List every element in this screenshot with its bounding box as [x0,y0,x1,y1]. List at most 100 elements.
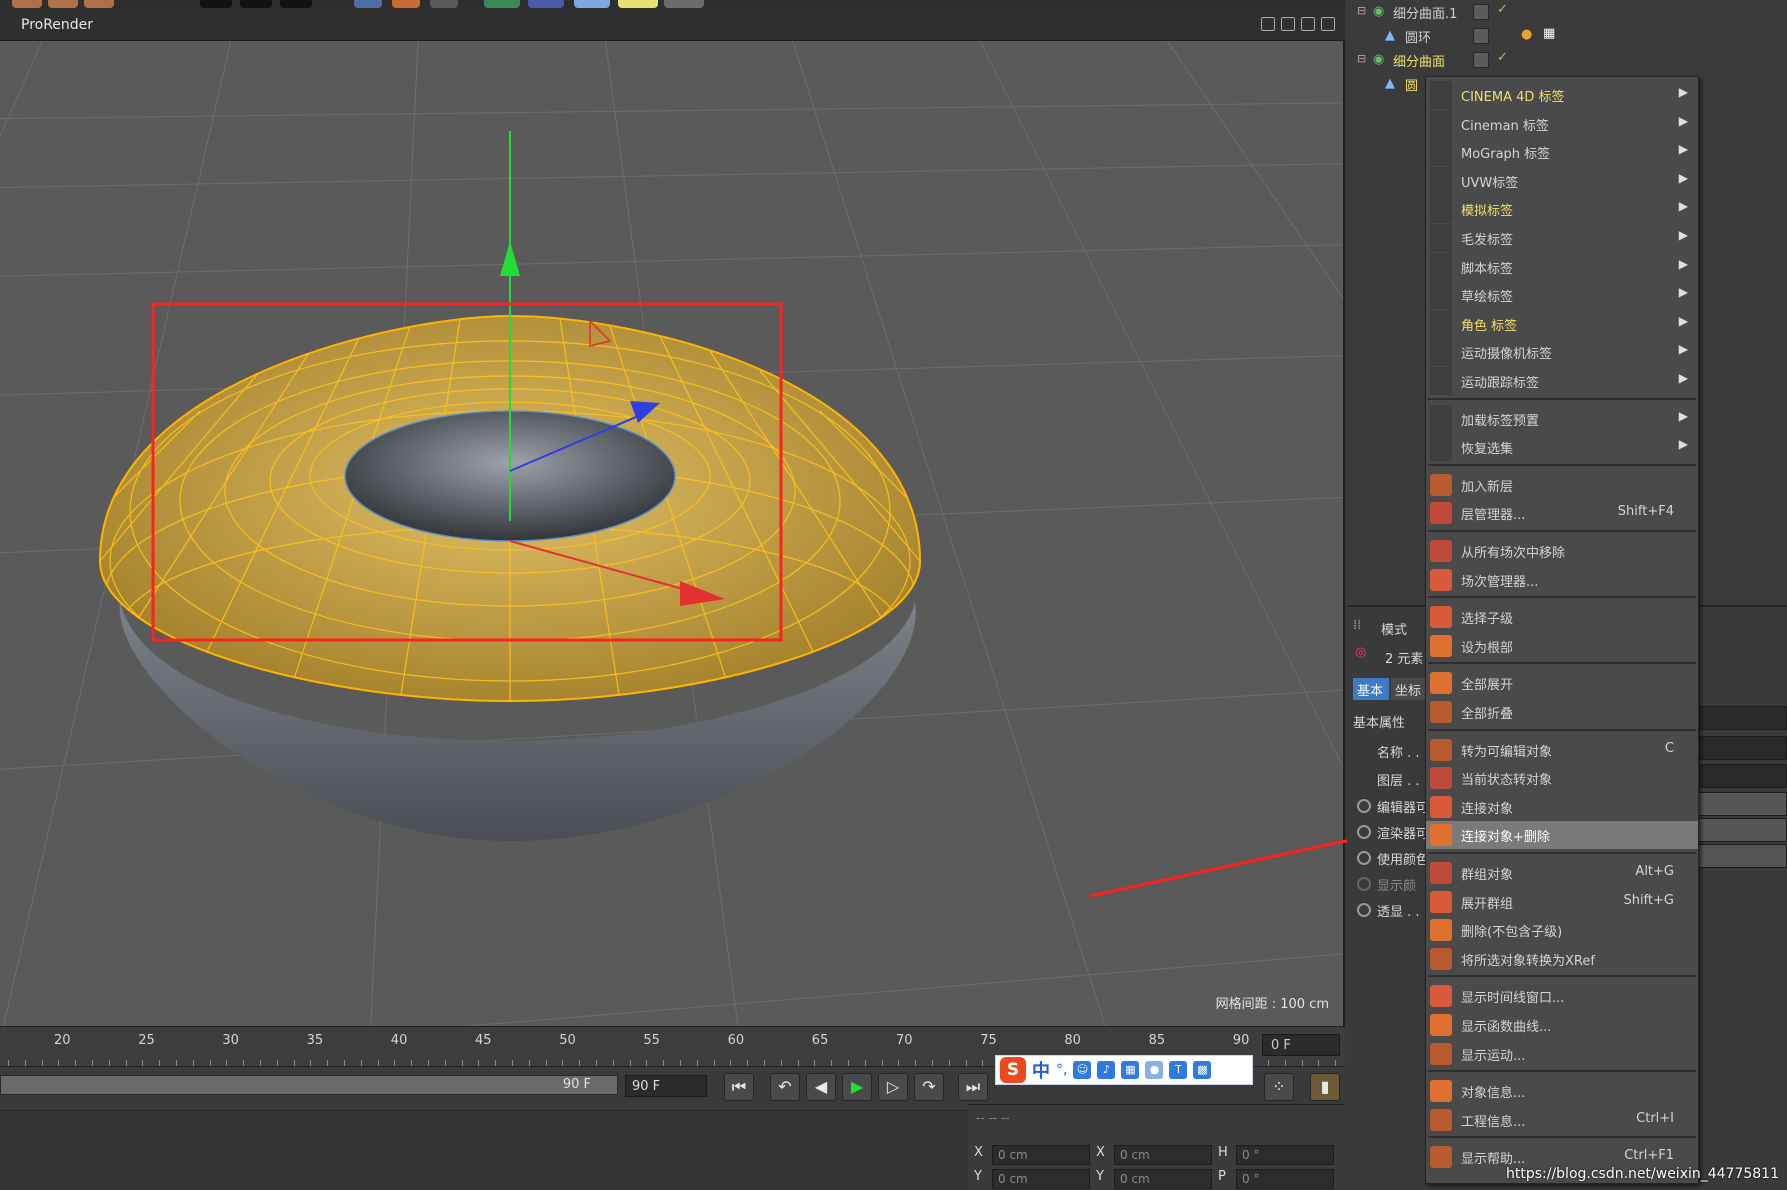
end-frame-field[interactable]: 90 F [625,1075,707,1097]
keyframe-dots-button[interactable]: ⁘ [1264,1073,1294,1101]
toolbar-button[interactable] [618,0,658,8]
menu-item[interactable]: 运动跟踪标签 ▶ [1426,367,1698,395]
rotate-view-icon[interactable] [1301,17,1315,31]
radio-button[interactable] [1357,799,1371,813]
menu-item[interactable]: 全部展开 [1426,669,1698,697]
layer-swatch[interactable] [1473,4,1489,20]
go-to-end-button[interactable]: ⏭ [958,1073,988,1101]
phong-tag-icon[interactable]: ● [1521,27,1532,42]
size-x-field[interactable]: 0 cm [1114,1145,1212,1165]
option-dropdown[interactable] [1697,844,1787,868]
material-tag-icon[interactable]: ▦ [1543,26,1555,41]
option-dropdown[interactable] [1697,818,1787,842]
layer-swatch[interactable] [1473,52,1489,68]
toolbar-button[interactable] [280,0,312,8]
film-button[interactable]: ▮ [1310,1073,1340,1101]
menu-item[interactable]: 恢复选集 ▶ [1426,433,1698,462]
object-row[interactable]: ⊟ ◉ 细分曲面.1 ✓ [1347,0,1787,24]
tree-toggle-icon[interactable]: ⊟ [1357,4,1366,17]
menu-item[interactable]: 加入新层 [1426,471,1698,499]
mode-menu[interactable]: 模式 [1381,619,1407,638]
go-to-start-button[interactable]: ⏮ [724,1073,754,1101]
sogou-logo-icon[interactable]: S [1000,1057,1026,1083]
menu-item[interactable]: 场次管理器... [1426,566,1698,594]
renderer-label[interactable]: ProRender [21,17,93,33]
position-y-field[interactable]: 0 cm [992,1169,1090,1189]
menu-item[interactable]: 选择子级 [1426,603,1698,631]
toolbar-button[interactable] [354,0,382,8]
menu-item[interactable]: 显示运动... [1426,1040,1698,1068]
option-dropdown[interactable] [1697,792,1787,816]
name-input[interactable] [1697,736,1787,760]
menu-item[interactable]: CINEMA 4D 标签 ▶ [1426,81,1698,109]
position-x-field[interactable]: 0 cm [992,1145,1090,1165]
menu-item[interactable]: 角色 标签 ▶ [1426,309,1698,338]
toolbar-button[interactable] [392,0,420,8]
layer-input[interactable] [1697,764,1787,788]
viewport-3d[interactable]: 网格间距 : 100 cm [0,41,1345,1026]
menu-item[interactable]: 加载标签预置 ▶ [1426,404,1698,433]
ime-language-toggle[interactable]: 中 [1032,1057,1050,1083]
ime-toolbar[interactable]: S 中 °, ☺ ♪ ▦ ● T ▩ [995,1055,1253,1085]
toolbar-button[interactable] [200,0,232,8]
dolly-view-icon[interactable] [1281,17,1295,31]
toolbar-button[interactable] [430,0,458,8]
user-icon[interactable]: ● [1145,1061,1164,1079]
radio-button[interactable] [1357,903,1371,917]
toolbar-button[interactable] [84,0,114,8]
object-row[interactable]: ▲ 圆环 ● ▦ [1347,24,1787,48]
tab-basic[interactable]: 基本 [1353,678,1389,700]
toggle-view-icon[interactable] [1321,17,1335,31]
menu-item[interactable]: 展开群组 Shift+G [1426,888,1698,916]
move-view-icon[interactable] [1261,17,1275,31]
menu-item[interactable]: 显示函数曲线... [1426,1011,1698,1039]
menu-item[interactable]: 群组对象 Alt+G [1426,859,1698,887]
emoji-icon[interactable]: ☺ [1073,1061,1092,1079]
menu-item[interactable]: 从所有场次中移除 [1426,537,1698,565]
ime-punct-toggle[interactable]: °, [1056,1062,1067,1078]
object-row[interactable]: ⊟ ◉ 细分曲面 ✓ [1347,48,1787,72]
previous-key-button[interactable]: ↶ [770,1073,800,1101]
menu-item[interactable]: 全部折叠 [1426,698,1698,726]
toolbar-button[interactable] [574,0,610,8]
keyboard-icon[interactable]: ▦ [1121,1061,1140,1079]
toolbar-button[interactable] [484,0,520,8]
menu-item[interactable]: 工程信息... Ctrl+I [1426,1106,1698,1134]
menu-item[interactable]: 模拟标签 ▶ [1426,195,1698,224]
menu-item[interactable]: Cineman 标签 ▶ [1426,109,1698,138]
menu-item[interactable]: 连接对象 [1426,793,1698,821]
menu-item[interactable]: UVW标签 ▶ [1426,166,1698,195]
next-frame-button[interactable]: ▷ [878,1073,908,1101]
rotation-p-field[interactable]: 0 ° [1236,1169,1334,1189]
radio-button[interactable] [1357,851,1371,865]
toolbar-button[interactable] [12,0,42,8]
radio-button[interactable] [1357,877,1371,891]
menu-item[interactable]: 层管理器... Shift+F4 [1426,499,1698,527]
enabled-check-icon[interactable]: ✓ [1497,2,1508,17]
next-key-button[interactable]: ↷ [914,1073,944,1101]
toolbar-button[interactable] [240,0,272,8]
layer-swatch[interactable] [1473,28,1489,44]
menu-item[interactable]: 将所选对象转换为XRef [1426,945,1698,973]
enabled-check-icon[interactable]: ✓ [1497,50,1508,65]
skin-icon[interactable]: T [1169,1061,1188,1079]
toolbar-button[interactable] [528,0,564,8]
menu-item[interactable]: MoGraph 标签 ▶ [1426,138,1698,167]
rotation-h-field[interactable]: 0 ° [1236,1145,1334,1165]
menu-item[interactable]: 连接对象+删除 [1426,821,1698,850]
microphone-icon[interactable]: ♪ [1097,1061,1116,1079]
play-button[interactable]: ▶ [842,1073,872,1101]
radio-button[interactable] [1357,825,1371,839]
previous-frame-button[interactable]: ◀ [806,1073,836,1101]
menu-item[interactable]: 当前状态转对象 [1426,764,1698,792]
menu-item[interactable]: 显示时间线窗口... [1426,982,1698,1010]
tree-toggle-icon[interactable]: ⊟ [1357,52,1366,65]
menu-item[interactable]: 运动摄像机标签 ▶ [1426,338,1698,367]
toolbar-button[interactable] [48,0,78,8]
menu-item[interactable]: 脚本标签 ▶ [1426,252,1698,281]
menu-item[interactable]: 毛发标签 ▶ [1426,224,1698,252]
size-y-field[interactable]: 0 cm [1114,1169,1212,1189]
current-frame-field[interactable]: 0 F [1262,1034,1340,1056]
menu-item[interactable]: 设为根部 [1426,632,1698,660]
tab-coordinates[interactable]: 坐标 [1391,678,1427,700]
